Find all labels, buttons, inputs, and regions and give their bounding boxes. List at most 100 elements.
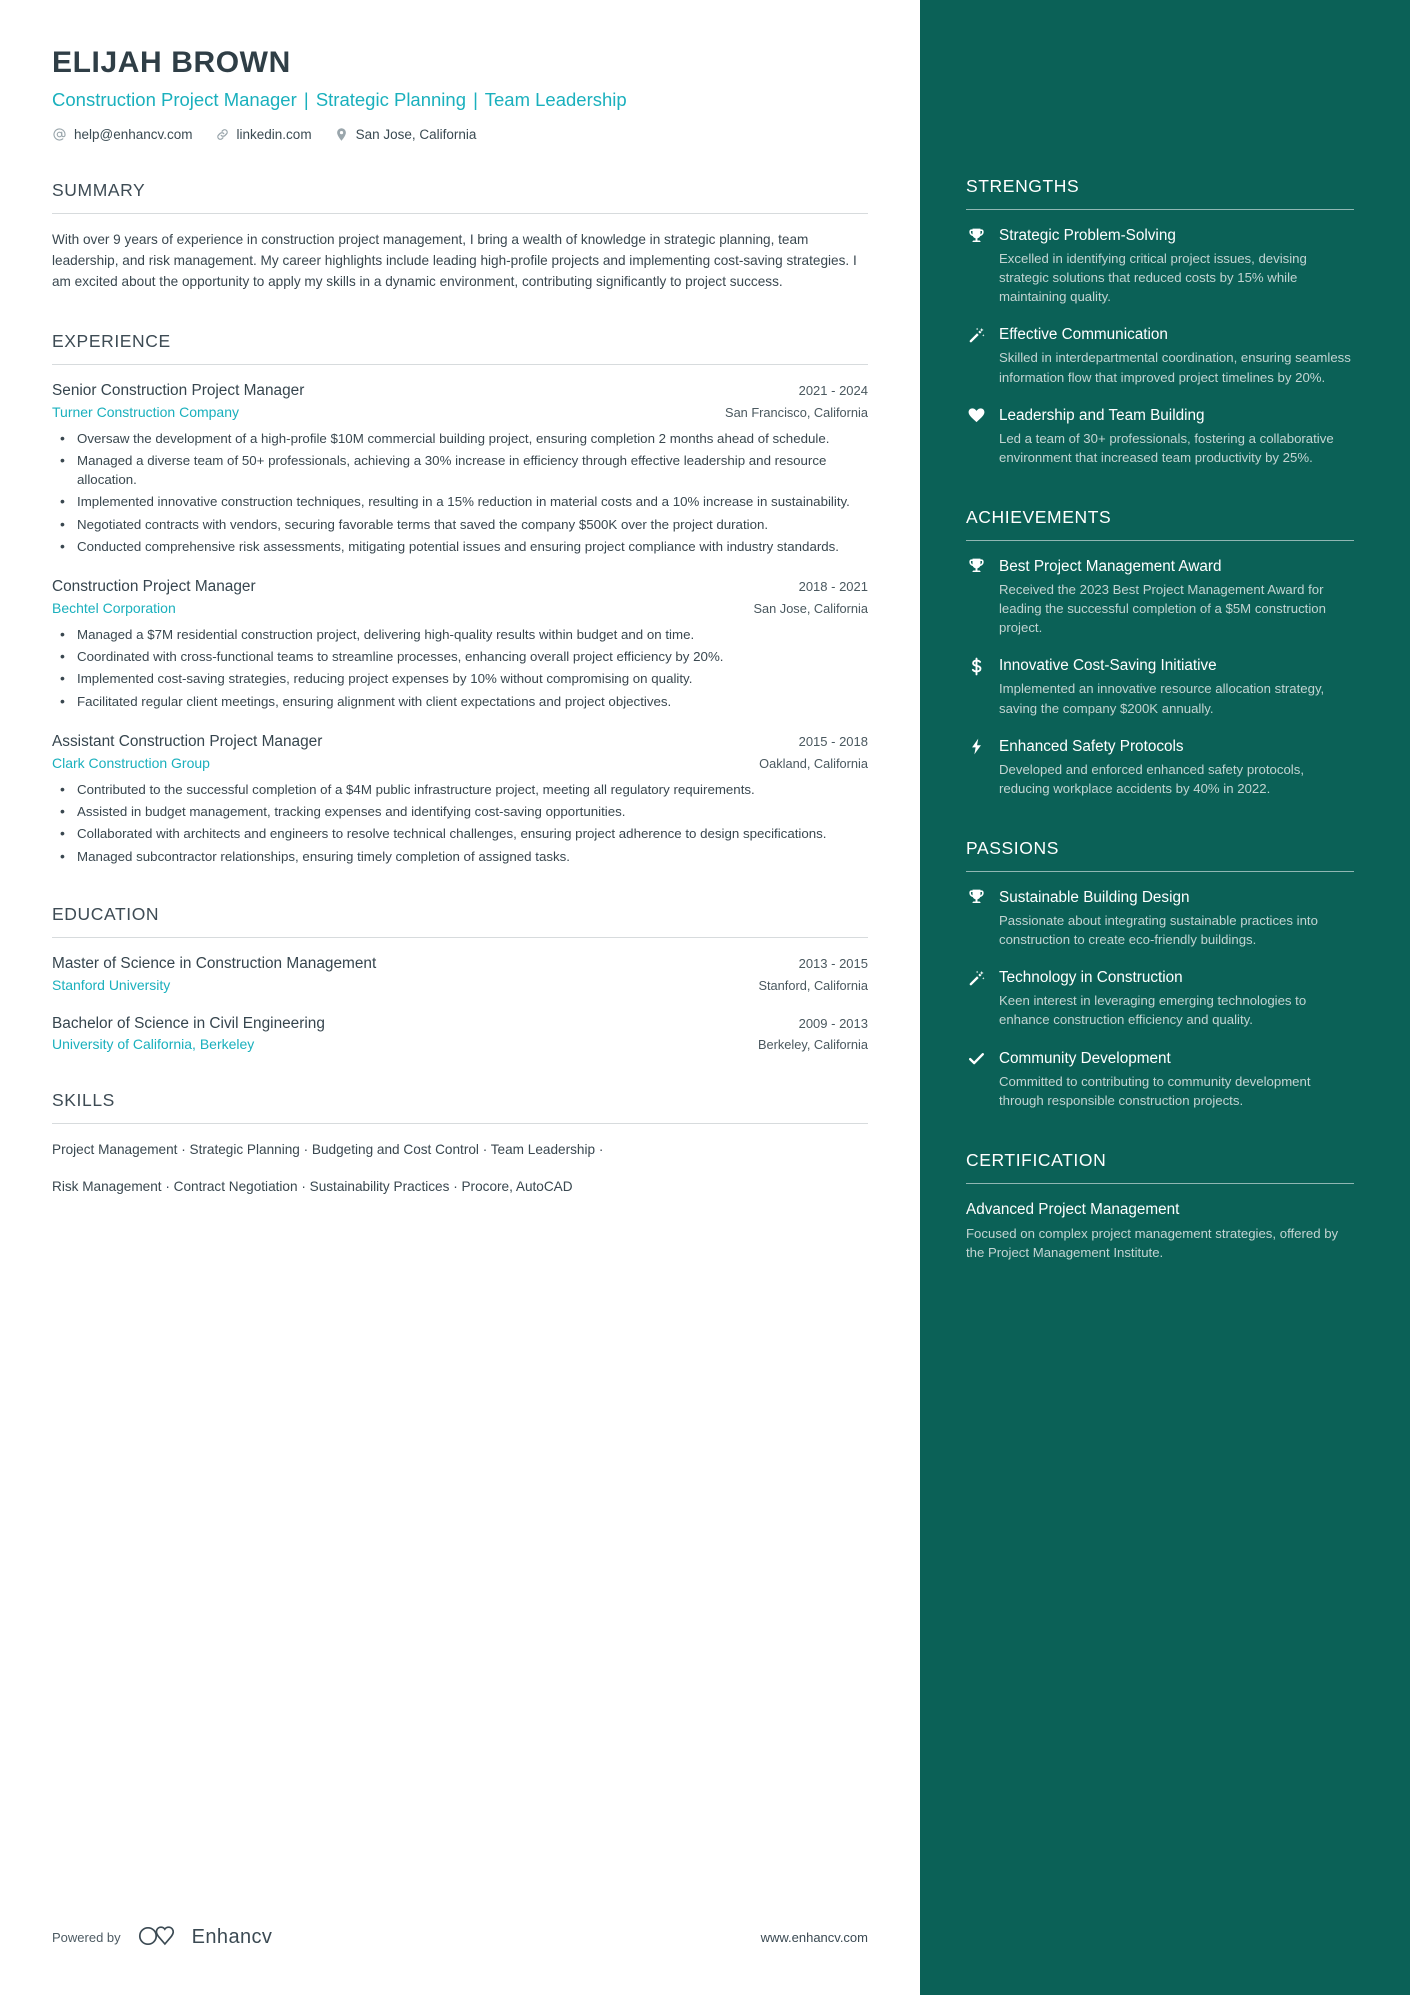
passion-title: Sustainable Building Design [999,889,1190,907]
map-pin-icon [334,127,349,142]
magic-wand-icon [966,325,986,345]
strengths-section-title: STRENGTHS [966,176,1080,196]
lightning-bolt-icon [966,737,986,757]
trophy-icon [966,888,986,908]
heart-icon [966,406,986,426]
enhancv-brand[interactable]: Enhancv [137,1922,273,1953]
experience-role: Construction Project Manager [52,578,256,596]
experience-company: Turner Construction Company [52,403,240,420]
education-degree: Master of Science in Construction Manage… [52,954,377,972]
bullet-item: Managed a diverse team of 50+ profession… [52,450,868,490]
experience-entry: Assistant Construction Project Manager 2… [52,732,868,866]
section-divider [52,1123,868,1125]
bullet-item: Oversaw the development of a high-profil… [52,428,868,449]
experience-bullets: Contributed to the successful completion… [52,779,868,867]
contact-location: San Jose, California [334,127,476,142]
sidebar-column: STRENGTHS Strategic Problem-Solving Exce… [920,0,1410,1995]
strength-description: Led a team of 30+ professionals, fosteri… [999,430,1334,465]
site-url[interactable]: www.enhancv.com [761,1930,868,1945]
certification-name: Advanced Project Management [966,1200,1180,1218]
sidebar-divider [966,539,1354,541]
headline-separator: | [303,89,309,110]
passion-title: Technology in Construction [999,969,1183,987]
bullet-item: Managed a $7M residential construction p… [52,624,868,645]
education-section-title: EDUCATION [52,903,160,924]
link-icon [215,127,230,142]
experience-location: Oakland, California [759,755,868,771]
strength-description: Skilled in interdepartmental coordinatio… [999,350,1351,385]
resume-header: ELIJAH BROWN Construction Project Manage… [52,46,868,142]
experience-section-title: EXPERIENCE [52,330,171,351]
achievement-title: Innovative Cost-Saving Initiative [999,657,1217,675]
strength-item: Effective Communication Skilled in inter… [966,325,1354,386]
section-divider [52,363,868,365]
passion-item: Community Development Committed to contr… [966,1049,1354,1110]
bullet-item: Implemented cost-saving strategies, redu… [52,668,868,689]
summary-text: With over 9 years of experience in const… [52,232,857,289]
trophy-icon [966,557,986,577]
achievement-item: Best Project Management Award Received t… [966,557,1354,637]
enhancv-infinity-heart-logo [137,1922,183,1953]
achievement-description: Developed and enforced enhanced safety p… [999,761,1304,796]
section-divider [52,213,868,214]
main-column: ELIJAH BROWN Construction Project Manage… [0,0,920,1995]
headline-part-2: Team Leadership [484,89,627,110]
bullet-item: Contributed to the successful completion… [52,779,868,800]
experience-company: Clark Construction Group [52,754,210,771]
strength-title: Leadership and Team Building [999,406,1205,424]
resume-page: ELIJAH BROWN Construction Project Manage… [0,0,1410,1995]
certification-description: Focused on complex project management st… [966,1225,1339,1260]
contact-linkedin[interactable]: linkedin.com [215,127,312,142]
contact-email[interactable]: help@enhancv.com [52,127,193,142]
experience-location: San Jose, California [753,600,868,616]
headline-part-1: Strategic Planning [315,89,466,110]
bullet-item: Managed subcontractor relationships, ens… [52,846,868,867]
achievement-item: Enhanced Safety Protocols Developed and … [966,737,1354,798]
achievement-title: Enhanced Safety Protocols [999,737,1184,755]
bullet-item: Assisted in budget management, tracking … [52,801,868,822]
achievements-section-title: ACHIEVEMENTS [966,506,1112,527]
candidate-headline: Construction Project Manager | Strategic… [52,89,868,111]
passion-item: Technology in Construction Keen interest… [966,968,1354,1029]
section-divider [52,936,868,938]
experience-role: Assistant Construction Project Manager [52,733,323,751]
sidebar-divider [966,870,1354,872]
strengths-section: STRENGTHS Strategic Problem-Solving Exce… [966,0,1354,467]
bullet-item: Collaborated with architects and enginee… [52,823,868,844]
magic-wand-icon [966,968,986,988]
summary-section-title: SUMMARY [52,180,146,200]
headline-part-0: Construction Project Manager [52,89,297,110]
achievement-description: Received the 2023 Best Project Managemen… [999,581,1326,636]
experience-dates: 2015 - 2018 [798,734,868,750]
experience-entry: Construction Project Manager 2018 - 2021… [52,577,868,711]
experience-role: Senior Construction Project Manager [52,381,305,399]
education-entry: Master of Science in Construction Manage… [52,954,868,993]
passions-section: PASSIONS Sustainable Building Design Pas… [966,838,1354,1110]
certification-section: CERTIFICATION Advanced Project Managemen… [966,1150,1354,1262]
enhancv-brand-name: Enhancv [191,1926,273,1948]
strength-item: Leadership and Team Building Led a team … [966,406,1354,467]
summary-section: SUMMARY With over 9 years of experience … [52,180,868,293]
experience-dates: 2018 - 2021 [798,579,868,595]
education-section: EDUCATION Master of Science in Construct… [52,903,868,1053]
powered-by-label: Powered by [52,1930,121,1945]
education-degree: Bachelor of Science in Civil Engineering [52,1014,325,1032]
experience-entry: Senior Construction Project Manager 2021… [52,381,868,557]
experience-dates: 2021 - 2024 [798,382,868,398]
experience-company: Bechtel Corporation [52,599,176,616]
contact-email-text: help@enhancv.com [74,127,193,142]
education-location: Berkeley, California [757,1037,868,1053]
trophy-icon [966,226,986,246]
contact-linkedin-text: linkedin.com [236,127,312,142]
skills-section: SKILLS Project Management · Strategic Pl… [52,1090,868,1197]
skills-line: Risk Management · Contract Negotiation ·… [52,1178,573,1194]
passion-description: Committed to contributing to community d… [999,1073,1311,1108]
achievement-description: Implemented an innovative resource alloc… [999,681,1325,716]
dollar-sign-icon [966,656,986,676]
passion-description: Passionate about integrating sustainable… [999,912,1318,948]
strength-item: Strategic Problem-Solving Excelled in id… [966,226,1354,306]
strength-title: Strategic Problem-Solving [999,227,1176,245]
achievement-item: Innovative Cost-Saving Initiative Implem… [966,656,1354,717]
